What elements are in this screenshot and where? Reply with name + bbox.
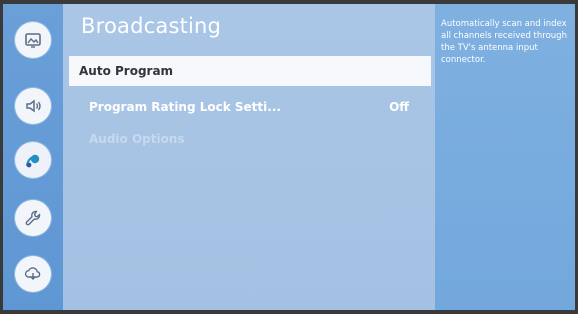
tv-screen: Broadcasting Auto Program Program Rating…	[3, 4, 575, 310]
picture-icon	[25, 33, 41, 48]
wrench-icon	[25, 210, 41, 226]
menu-item-auto-program[interactable]: Auto Program	[69, 56, 431, 86]
sidebar-item-broadcasting[interactable]	[15, 142, 51, 178]
description-text: Automatically scan and index all channel…	[441, 19, 567, 65]
sidebar-item-sound[interactable]	[15, 88, 51, 124]
description-panel: Automatically scan and index all channel…	[435, 4, 575, 310]
menu-item-value: Off	[389, 100, 409, 114]
broadcasting-icon	[26, 154, 40, 168]
tv-frame: Broadcasting Auto Program Program Rating…	[0, 0, 578, 314]
page-title: Broadcasting	[81, 14, 222, 38]
menu-item-audio-options: Audio Options	[69, 124, 431, 154]
sidebar-item-system[interactable]	[15, 200, 51, 236]
menu-item-label: Program Rating Lock Setti...	[89, 100, 281, 114]
sound-icon	[26, 99, 41, 113]
broadcasting-menu: Broadcasting Auto Program Program Rating…	[63, 4, 435, 310]
settings-sidebar	[3, 4, 63, 310]
sidebar-item-picture[interactable]	[15, 22, 51, 58]
sidebar-item-support[interactable]	[15, 256, 51, 292]
menu-item-program-rating-lock[interactable]: Program Rating Lock Setti... Off	[69, 92, 431, 122]
menu-item-label: Audio Options	[89, 132, 185, 146]
menu-item-label: Auto Program	[79, 64, 174, 78]
support-icon	[24, 267, 41, 280]
